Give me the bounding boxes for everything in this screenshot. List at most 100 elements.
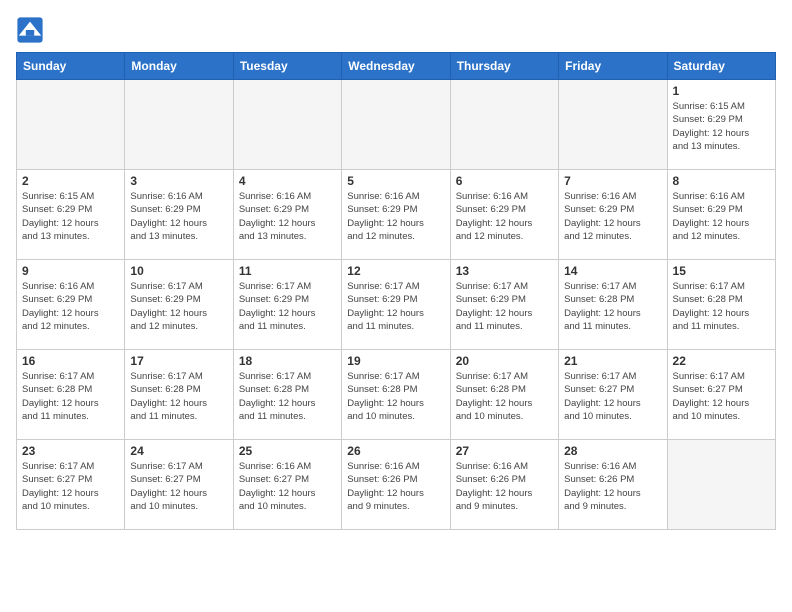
day-info: Sunrise: 6:16 AM Sunset: 6:29 PM Dayligh…: [347, 190, 444, 243]
day-number: 18: [239, 354, 336, 368]
day-cell: 15Sunrise: 6:17 AM Sunset: 6:28 PM Dayli…: [667, 260, 775, 350]
day-cell: 13 Sunrise: 6:17 AM Sunset: 6:29 PM Dayli…: [450, 260, 558, 350]
day-info: Sunrise: 6:17 AM Sunset: 6:28 PM Dayligh…: [130, 370, 227, 423]
weekday-header-thursday: Thursday: [450, 53, 558, 80]
day-number: 19: [347, 354, 444, 368]
day-info: Sunrise: 6:17 AM Sunset: 6:28 PM Dayligh…: [564, 280, 661, 333]
day-cell: 14 Sunrise: 6:17 AM Sunset: 6:28 PM Dayli…: [559, 260, 667, 350]
logo: [16, 16, 48, 44]
day-number: 24: [130, 444, 227, 458]
day-cell: [667, 440, 775, 530]
day-cell: 23 Sunrise: 6:17 AM Sunset: 6:27 PM Dayli…: [17, 440, 125, 530]
day-number: 28: [564, 444, 661, 458]
day-cell: 24 Sunrise: 6:17 AM Sunset: 6:27 PM Dayli…: [125, 440, 233, 530]
day-cell: 18 Sunrise: 6:17 AM Sunset: 6:28 PM Dayli…: [233, 350, 341, 440]
day-info: Sunrise: 6:16 AM Sunset: 6:26 PM Dayligh…: [456, 460, 553, 513]
week-row-4: 16 Sunrise: 6:17 AM Sunset: 6:28 PM Dayli…: [17, 350, 776, 440]
day-info: Sunrise: 6:16 AM Sunset: 6:29 PM Dayligh…: [22, 280, 119, 333]
day-number: 23: [22, 444, 119, 458]
day-number: 11: [239, 264, 336, 278]
weekday-header-friday: Friday: [559, 53, 667, 80]
day-cell: 26 Sunrise: 6:16 AM Sunset: 6:26 PM Dayli…: [342, 440, 450, 530]
day-info: Sunrise: 6:16 AM Sunset: 6:29 PM Dayligh…: [456, 190, 553, 243]
calendar: SundayMondayTuesdayWednesdayThursdayFrid…: [16, 52, 776, 530]
day-number: 13: [456, 264, 553, 278]
weekday-header-monday: Monday: [125, 53, 233, 80]
day-number: 7: [564, 174, 661, 188]
day-cell: [450, 80, 558, 170]
day-cell: 10 Sunrise: 6:17 AM Sunset: 6:29 PM Dayli…: [125, 260, 233, 350]
day-number: 25: [239, 444, 336, 458]
day-cell: [17, 80, 125, 170]
day-number: 17: [130, 354, 227, 368]
week-row-5: 23 Sunrise: 6:17 AM Sunset: 6:27 PM Dayli…: [17, 440, 776, 530]
day-number: 10: [130, 264, 227, 278]
day-info: Sunrise: 6:17 AM Sunset: 6:29 PM Dayligh…: [347, 280, 444, 333]
weekday-header-sunday: Sunday: [17, 53, 125, 80]
day-cell: 11Sunrise: 6:17 AM Sunset: 6:29 PM Dayli…: [233, 260, 341, 350]
day-cell: 3 Sunrise: 6:16 AM Sunset: 6:29 PM Daylig…: [125, 170, 233, 260]
day-info: Sunrise: 6:17 AM Sunset: 6:29 PM Dayligh…: [130, 280, 227, 333]
day-cell: [559, 80, 667, 170]
day-number: 2: [22, 174, 119, 188]
day-cell: 21 Sunrise: 6:17 AM Sunset: 6:27 PM Dayli…: [559, 350, 667, 440]
day-cell: 19 Sunrise: 6:17 AM Sunset: 6:28 PM Dayli…: [342, 350, 450, 440]
week-row-3: 9 Sunrise: 6:16 AM Sunset: 6:29 PM Daylig…: [17, 260, 776, 350]
day-cell: 20 Sunrise: 6:17 AM Sunset: 6:28 PM Dayli…: [450, 350, 558, 440]
day-info: Sunrise: 6:17 AM Sunset: 6:29 PM Dayligh…: [456, 280, 553, 333]
day-number: 21: [564, 354, 661, 368]
day-number: 20: [456, 354, 553, 368]
day-cell: 5 Sunrise: 6:16 AM Sunset: 6:29 PM Daylig…: [342, 170, 450, 260]
day-info: Sunrise: 6:15 AM Sunset: 6:29 PM Dayligh…: [673, 100, 770, 153]
day-cell: 17 Sunrise: 6:17 AM Sunset: 6:28 PM Dayli…: [125, 350, 233, 440]
day-cell: 1 Sunrise: 6:15 AM Sunset: 6:29 PM Daylig…: [667, 80, 775, 170]
calendar-body: 1 Sunrise: 6:15 AM Sunset: 6:29 PM Daylig…: [17, 80, 776, 530]
day-info: Sunrise: 6:16 AM Sunset: 6:29 PM Dayligh…: [673, 190, 770, 243]
day-info: Sunrise: 6:17 AM Sunset: 6:27 PM Dayligh…: [22, 460, 119, 513]
day-cell: 28 Sunrise: 6:16 AM Sunset: 6:26 PM Dayli…: [559, 440, 667, 530]
day-info: Sunrise: 6:17 AM Sunset: 6:28 PM Dayligh…: [456, 370, 553, 423]
day-number: 12: [347, 264, 444, 278]
weekday-header-saturday: Saturday: [667, 53, 775, 80]
day-number: 22: [673, 354, 770, 368]
day-info: Sunrise: 6:17 AM Sunset: 6:28 PM Dayligh…: [673, 280, 770, 333]
day-number: 14: [564, 264, 661, 278]
weekday-header-row: SundayMondayTuesdayWednesdayThursdayFrid…: [17, 53, 776, 80]
day-cell: [125, 80, 233, 170]
day-info: Sunrise: 6:17 AM Sunset: 6:28 PM Dayligh…: [239, 370, 336, 423]
week-row-2: 2Sunrise: 6:15 AM Sunset: 6:29 PM Daylig…: [17, 170, 776, 260]
day-cell: 16 Sunrise: 6:17 AM Sunset: 6:28 PM Dayli…: [17, 350, 125, 440]
day-cell: 25Sunrise: 6:16 AM Sunset: 6:27 PM Dayli…: [233, 440, 341, 530]
day-cell: 7Sunrise: 6:16 AM Sunset: 6:29 PM Daylig…: [559, 170, 667, 260]
day-number: 6: [456, 174, 553, 188]
day-cell: 4 Sunrise: 6:16 AM Sunset: 6:29 PM Daylig…: [233, 170, 341, 260]
day-info: Sunrise: 6:16 AM Sunset: 6:29 PM Dayligh…: [239, 190, 336, 243]
week-row-1: 1 Sunrise: 6:15 AM Sunset: 6:29 PM Daylig…: [17, 80, 776, 170]
day-number: 5: [347, 174, 444, 188]
day-cell: 12 Sunrise: 6:17 AM Sunset: 6:29 PM Dayli…: [342, 260, 450, 350]
day-cell: [233, 80, 341, 170]
day-cell: [342, 80, 450, 170]
header: [16, 16, 776, 44]
weekday-header-tuesday: Tuesday: [233, 53, 341, 80]
weekday-header-wednesday: Wednesday: [342, 53, 450, 80]
day-number: 26: [347, 444, 444, 458]
day-info: Sunrise: 6:16 AM Sunset: 6:26 PM Dayligh…: [347, 460, 444, 513]
day-info: Sunrise: 6:17 AM Sunset: 6:28 PM Dayligh…: [22, 370, 119, 423]
day-info: Sunrise: 6:16 AM Sunset: 6:29 PM Dayligh…: [130, 190, 227, 243]
day-info: Sunrise: 6:17 AM Sunset: 6:27 PM Dayligh…: [130, 460, 227, 513]
day-number: 8: [673, 174, 770, 188]
day-number: 16: [22, 354, 119, 368]
logo-icon: [16, 16, 44, 44]
day-number: 9: [22, 264, 119, 278]
day-info: Sunrise: 6:17 AM Sunset: 6:27 PM Dayligh…: [564, 370, 661, 423]
day-info: Sunrise: 6:17 AM Sunset: 6:28 PM Dayligh…: [347, 370, 444, 423]
day-cell: 2Sunrise: 6:15 AM Sunset: 6:29 PM Daylig…: [17, 170, 125, 260]
day-number: 4: [239, 174, 336, 188]
calendar-header: SundayMondayTuesdayWednesdayThursdayFrid…: [17, 53, 776, 80]
day-number: 3: [130, 174, 227, 188]
day-number: 27: [456, 444, 553, 458]
day-cell: 22Sunrise: 6:17 AM Sunset: 6:27 PM Dayli…: [667, 350, 775, 440]
day-number: 1: [673, 84, 770, 98]
day-info: Sunrise: 6:16 AM Sunset: 6:26 PM Dayligh…: [564, 460, 661, 513]
